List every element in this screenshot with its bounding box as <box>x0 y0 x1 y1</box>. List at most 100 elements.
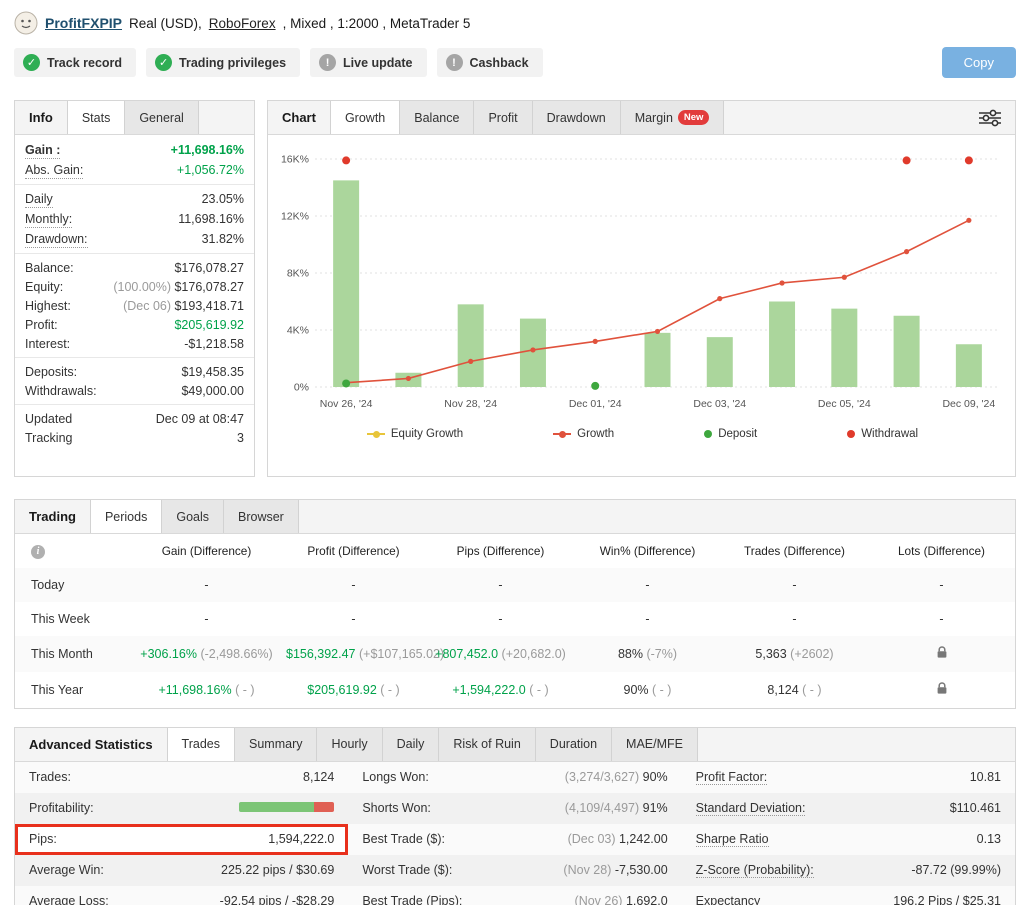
copy-button[interactable]: Copy <box>942 47 1016 78</box>
badge-cashback[interactable]: !Cashback <box>437 48 543 77</box>
growth-point <box>779 280 784 285</box>
tab-label: Trades <box>182 737 220 751</box>
tab-label: Stats <box>82 111 111 125</box>
value-text: +11,698.16% <box>171 143 244 157</box>
stats-row-profit-factor: Profit Factor:10.81 <box>682 762 1015 793</box>
column-header-pips-difference: Pips (Difference) <box>427 534 574 568</box>
period-row-today: Today------ <box>15 568 1015 602</box>
value-prefix: (Nov 26) <box>575 894 626 905</box>
badge-track-record[interactable]: ✓Track record <box>14 48 136 77</box>
panel-title-chart: Chart <box>268 101 330 134</box>
y-tick-label: 0% <box>294 382 309 394</box>
tab-browser[interactable]: Browser <box>223 500 299 533</box>
tab-label: Hourly <box>331 737 367 751</box>
tab-mae-mfe[interactable]: MAE/MFE <box>611 728 698 761</box>
tab-periods[interactable]: Periods <box>90 500 161 533</box>
legend-withdrawal[interactable]: Withdrawal <box>847 428 918 440</box>
tab-daily[interactable]: Daily <box>382 728 439 761</box>
info-row-daily: Daily23.05% <box>15 189 254 209</box>
tab-risk-of-ruin[interactable]: Risk of Ruin <box>438 728 534 761</box>
legend-deposit[interactable]: Deposit <box>704 428 757 440</box>
cell-value: - <box>792 578 796 592</box>
legend-marker-growth <box>553 433 571 435</box>
stats-value: 8,124 <box>303 770 334 784</box>
info-value: $176,078.27 <box>174 260 244 276</box>
info-label: Drawdown: <box>25 231 88 248</box>
period-cell: +11,698.16% ( - ) <box>133 672 280 708</box>
tab-growth[interactable]: Growth <box>330 101 399 134</box>
badge-live-update[interactable]: !Live update <box>310 48 426 77</box>
value-text: -92.54 pips / -$28.29 <box>220 894 335 905</box>
legend-equity-growth[interactable]: Equity Growth <box>367 428 463 440</box>
chart-settings-icon[interactable] <box>979 109 1001 127</box>
tab-summary[interactable]: Summary <box>234 728 316 761</box>
panel-title-info: Info <box>15 101 67 134</box>
tab-balance[interactable]: Balance <box>399 101 473 134</box>
stats-col-2: Longs Won:(3,274/3,627) 90%Shorts Won:(4… <box>348 762 681 905</box>
stats-row-sharpe-ratio: Sharpe Ratio0.13 <box>682 824 1015 855</box>
info-row-monthly: Monthly:11,698.16% <box>15 209 254 229</box>
period-label: This Month <box>15 636 133 672</box>
info-value: +1,056.72% <box>177 162 244 178</box>
value-text: 1,242.00 <box>619 832 668 846</box>
tab-stats[interactable]: Stats <box>67 101 125 134</box>
cell-value: $205,619.92 <box>307 683 377 697</box>
tab-profit[interactable]: Profit <box>473 101 531 134</box>
bar-dec-02 <box>645 333 671 387</box>
cell-diff: (+$107,165.02) <box>359 647 444 661</box>
info-row-tracking: Tracking3 <box>15 428 254 447</box>
stats-value <box>239 801 334 815</box>
legend-growth[interactable]: Growth <box>553 428 614 440</box>
tab-trades[interactable]: Trades <box>167 728 234 761</box>
stats-value: 225.22 pips / $30.69 <box>221 863 334 877</box>
divider <box>15 184 254 185</box>
info-icon[interactable]: i <box>31 545 45 559</box>
new-badge: New <box>678 110 710 125</box>
cell-diff: (-7%) <box>646 647 677 661</box>
tab-margin[interactable]: MarginNew <box>620 101 725 134</box>
cell-value: 90% <box>624 683 649 697</box>
info-value: $205,619.92 <box>174 317 244 333</box>
broker-link[interactable]: RoboForex <box>209 16 276 31</box>
advanced-statistics-panel: Advanced Statistics Trades Summary Hourly Da… <box>14 727 1016 905</box>
value-text: 225.22 pips / $30.69 <box>221 863 334 877</box>
tab-duration[interactable]: Duration <box>535 728 611 761</box>
cell-value: 5,363 <box>755 647 786 661</box>
cell-value: +306.16% <box>140 647 197 661</box>
tab-goals[interactable]: Goals <box>161 500 223 533</box>
stats-col-3: Profit Factor:10.81Standard Deviation:$1… <box>682 762 1015 905</box>
bar-nov-29 <box>520 319 546 387</box>
info-label: Abs. Gain: <box>25 162 83 179</box>
period-label: Today <box>15 568 133 602</box>
value-text: +1,056.72% <box>177 163 244 177</box>
value-prefix: (Dec 03) <box>568 832 619 846</box>
tab-general[interactable]: General <box>124 101 198 134</box>
info-row-drawdown: Drawdown:31.82% <box>15 229 254 249</box>
profitability-bar <box>239 802 334 812</box>
value-text: $176,078.27 <box>174 261 244 275</box>
lock-icon <box>936 646 948 659</box>
bar-dec-05 <box>831 309 857 387</box>
legend-label: Deposit <box>718 428 757 440</box>
tab-drawdown[interactable]: Drawdown <box>532 101 620 134</box>
info-row-updated: UpdatedDec 09 at 08:47 <box>15 409 254 428</box>
cell-diff: ( - ) <box>652 683 671 697</box>
period-cell: - <box>427 602 574 636</box>
period-cell: 8,124 ( - ) <box>721 672 868 708</box>
account-name-link[interactable]: ProfitFXPIP <box>45 15 122 31</box>
page-header: ProfitFXPIP Real (USD), RoboForex , Mixe… <box>14 8 1016 41</box>
period-cell: 90% ( - ) <box>574 672 721 708</box>
tab-label: MAE/MFE <box>626 737 683 751</box>
account-avatar <box>14 11 38 35</box>
value-text: 1,692.0 <box>626 894 668 905</box>
info-value: (Dec 06) $193,418.71 <box>123 298 244 314</box>
y-tick-label: 8K% <box>287 268 309 280</box>
stats-label: Sharpe Ratio <box>696 832 769 847</box>
stats-row-longs-won: Longs Won:(3,274/3,627) 90% <box>348 762 681 793</box>
tab-label: Risk of Ruin <box>453 737 520 751</box>
tab-hourly[interactable]: Hourly <box>316 728 381 761</box>
info-value: $49,000.00 <box>181 383 244 399</box>
badge-label: Live update <box>343 56 412 70</box>
panel-title-advanced-statistics: Advanced Statistics <box>15 728 167 761</box>
badge-trading-privileges[interactable]: ✓Trading privileges <box>146 48 300 77</box>
